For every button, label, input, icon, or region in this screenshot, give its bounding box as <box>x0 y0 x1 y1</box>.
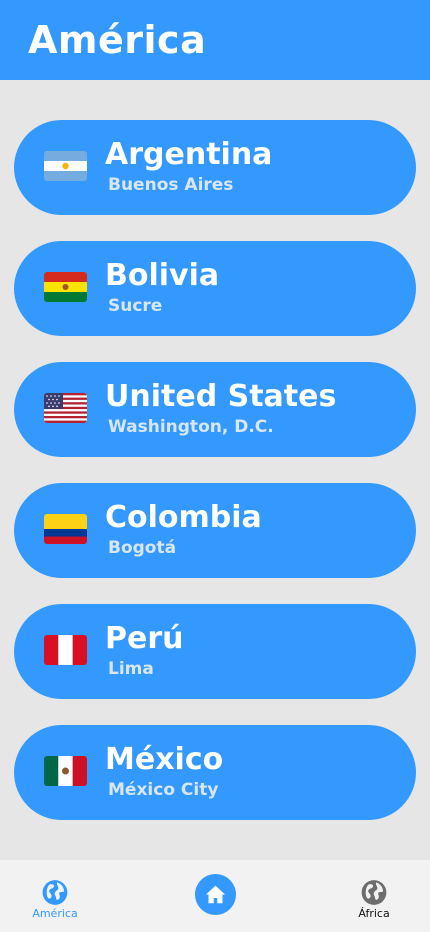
country-card-mexico[interactable]: México México City <box>14 725 416 820</box>
country-name: Colombia <box>105 500 262 535</box>
bolivia-flag-icon <box>44 272 87 302</box>
country-card-peru[interactable]: Perú Lima <box>14 604 416 699</box>
peru-flag-icon <box>44 635 87 665</box>
nav-label-america: América <box>32 907 78 920</box>
country-card-colombia[interactable]: Colombia Bogotá <box>14 483 416 578</box>
capital-name: México City <box>108 780 219 800</box>
country-name: Argentina <box>105 137 273 172</box>
nav-label-africa: África <box>358 907 390 920</box>
capital-name: Sucre <box>108 296 163 316</box>
nav-tab-america[interactable]: América <box>20 860 90 932</box>
capital-name: Bogotá <box>108 538 177 558</box>
globe-icon <box>361 880 387 905</box>
country-name: Bolivia <box>105 258 220 293</box>
capital-name: Lima <box>108 659 154 679</box>
argentina-flag-icon <box>44 151 87 181</box>
nav-tab-home[interactable] <box>185 860 245 932</box>
bottom-navigation: América África <box>0 860 430 932</box>
capital-name: Washington, D.C. <box>108 417 274 437</box>
country-name: Perú <box>105 621 184 656</box>
country-name: México <box>105 742 224 777</box>
home-button[interactable] <box>195 874 236 915</box>
globe-icon <box>42 880 68 905</box>
usa-flag-icon <box>44 393 87 423</box>
app-screen: América Argentina Buenos Aires Bolivia S… <box>0 0 430 932</box>
nav-tab-africa[interactable]: África <box>339 860 409 932</box>
country-name: United States <box>105 379 337 414</box>
page-title: América <box>28 18 207 62</box>
country-card-argentina[interactable]: Argentina Buenos Aires <box>14 120 416 215</box>
capital-name: Buenos Aires <box>108 175 234 195</box>
country-card-bolivia[interactable]: Bolivia Sucre <box>14 241 416 336</box>
header-bar: América <box>0 0 430 80</box>
mexico-flag-icon <box>44 756 87 786</box>
colombia-flag-icon <box>44 514 87 544</box>
country-card-united-states[interactable]: United States Washington, D.C. <box>14 362 416 457</box>
home-icon <box>205 885 226 904</box>
